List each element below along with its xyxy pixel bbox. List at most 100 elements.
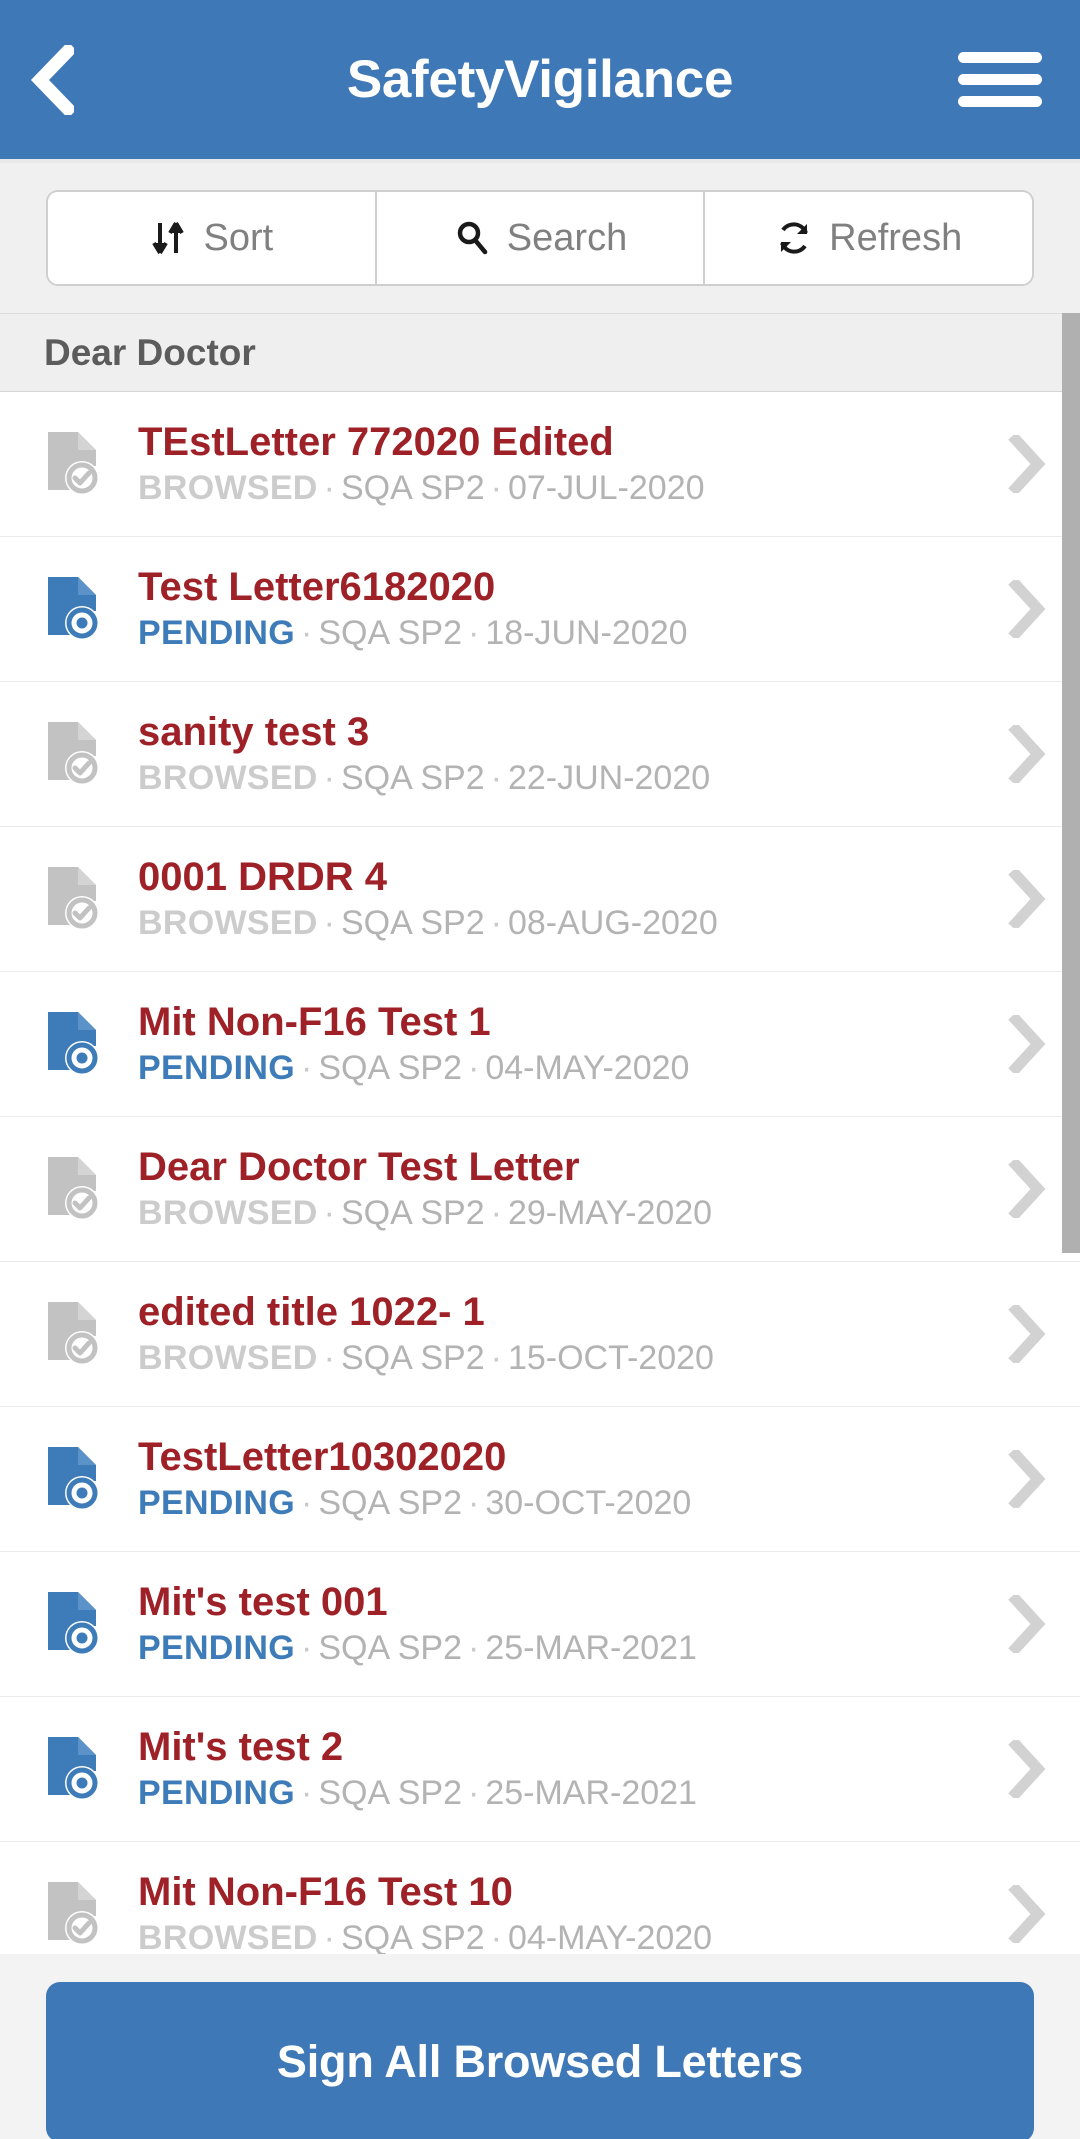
letter-date: 18-JUN-2020 bbox=[485, 613, 688, 652]
segmented-control: Sort Search Refresh bbox=[46, 190, 1034, 286]
letter-source: SQA SP2 bbox=[340, 1193, 485, 1232]
meta-separator: · bbox=[323, 903, 335, 942]
refresh-button[interactable]: Refresh bbox=[703, 192, 1032, 284]
chevron-right-icon[interactable] bbox=[1002, 1594, 1052, 1654]
meta-separator: · bbox=[467, 1628, 480, 1667]
row-content: TestLetter10302020 PENDING · SQA SP2 · 30-OCT… bbox=[138, 1436, 984, 1521]
chevron-right-icon[interactable] bbox=[1002, 1304, 1052, 1364]
table-row[interactable]: Dear Doctor Test Letter BROWSED · SQA SP2 · 2… bbox=[0, 1117, 1080, 1262]
chevron-right-icon[interactable] bbox=[1002, 1014, 1052, 1074]
document-check-icon bbox=[44, 1298, 102, 1370]
meta-separator: · bbox=[467, 1773, 480, 1812]
row-content: Dear Doctor Test Letter BROWSED · SQA SP2 · 2… bbox=[138, 1146, 984, 1231]
meta-separator: · bbox=[467, 613, 480, 652]
chevron-right-icon[interactable] bbox=[1002, 434, 1052, 494]
letter-title: Mit's test 001 bbox=[138, 1581, 388, 1624]
row-content: TEstLetter 772020 Edited BROWSED · SQA SP2 ·… bbox=[138, 421, 984, 506]
chevron-right-icon[interactable] bbox=[1002, 1739, 1052, 1799]
letter-date: 15-OCT-2020 bbox=[507, 1338, 714, 1377]
hamburger-menu-icon[interactable] bbox=[958, 40, 1044, 120]
letter-meta: BROWSED · SQA SP2 · 15-OCT-2020 bbox=[138, 1338, 984, 1377]
letter-source: SQA SP2 bbox=[318, 1483, 462, 1522]
letter-title: Dear Doctor Test Letter bbox=[138, 1146, 580, 1189]
table-row[interactable]: TestLetter10302020 PENDING · SQA SP2 · 30-OCT… bbox=[0, 1407, 1080, 1552]
chevron-right-icon[interactable] bbox=[1002, 1884, 1052, 1944]
search-button[interactable]: Search bbox=[374, 192, 704, 284]
table-row[interactable]: Mit's test 2 PENDING · SQA SP2 · 25-MAR-2021 bbox=[0, 1697, 1080, 1842]
document-pending-icon bbox=[44, 1443, 102, 1515]
meta-separator: · bbox=[323, 1338, 335, 1377]
letter-source: SQA SP2 bbox=[318, 613, 462, 652]
row-content: Mit's test 2 PENDING · SQA SP2 · 25-MAR-2021 bbox=[138, 1726, 984, 1811]
chevron-left-icon bbox=[30, 44, 74, 115]
letter-source: SQA SP2 bbox=[340, 903, 485, 942]
row-content: Mit Non-F16 Test 1 PENDING · SQA SP2 · 04-MAY… bbox=[138, 1001, 984, 1086]
row-content: Test Letter6182020 PENDING · SQA SP2 · 18-JUN… bbox=[138, 566, 984, 651]
refresh-button-label: Refresh bbox=[829, 216, 963, 259]
chevron-right-icon[interactable] bbox=[1002, 1159, 1052, 1219]
letter-meta: PENDING · SQA SP2 · 30-OCT-2020 bbox=[138, 1483, 984, 1522]
table-row[interactable]: edited title 1022- 1 BROWSED · SQA SP2 · 15-O… bbox=[0, 1262, 1080, 1407]
table-row[interactable]: Mit Non-F16 Test 1 PENDING · SQA SP2 · 04-MAY… bbox=[0, 972, 1080, 1117]
chevron-right-icon[interactable] bbox=[1002, 724, 1052, 784]
sort-button[interactable]: Sort bbox=[48, 192, 375, 284]
letter-title: 0001 DRDR 4 bbox=[138, 856, 388, 899]
document-check-icon bbox=[44, 1153, 102, 1225]
row-content: sanity test 3 BROWSED · SQA SP2 · 22-JUN-2020 bbox=[138, 711, 984, 796]
sort-button-label: Sort bbox=[203, 216, 274, 259]
status-badge: BROWSED bbox=[138, 758, 318, 797]
letters-list-container: Dear Doctor TEstLetter 772020 Edited BROW… bbox=[0, 313, 1080, 2139]
chevron-right-icon[interactable] bbox=[1002, 579, 1052, 639]
status-badge: PENDING bbox=[138, 613, 296, 652]
document-pending-icon bbox=[44, 573, 102, 645]
letter-title: Mit Non-F16 Test 10 bbox=[138, 1871, 513, 1914]
meta-separator: · bbox=[467, 1483, 480, 1522]
letter-title: sanity test 3 bbox=[138, 711, 370, 754]
letter-date: 08-AUG-2020 bbox=[507, 903, 718, 942]
table-row[interactable]: Test Letter6182020 PENDING · SQA SP2 · 18-JUN… bbox=[0, 537, 1080, 682]
table-row[interactable]: Mit's test 001 PENDING · SQA SP2 · 25-MAR-202… bbox=[0, 1552, 1080, 1697]
status-badge: PENDING bbox=[138, 1628, 296, 1667]
section-header-label: Dear Doctor bbox=[44, 331, 256, 373]
document-pending-icon bbox=[44, 1588, 102, 1660]
status-badge: BROWSED bbox=[138, 468, 318, 507]
letter-meta: BROWSED · SQA SP2 · 22-JUN-2020 bbox=[138, 758, 984, 797]
app-header: SafetyVigilance bbox=[0, 0, 1080, 163]
table-row[interactable]: sanity test 3 BROWSED · SQA SP2 · 22-JUN-2020 bbox=[0, 682, 1080, 827]
status-badge: PENDING bbox=[138, 1048, 296, 1087]
letter-date: 22-JUN-2020 bbox=[507, 758, 711, 797]
status-badge: PENDING bbox=[138, 1773, 296, 1812]
chevron-right-icon[interactable] bbox=[1002, 1449, 1052, 1509]
table-row[interactable]: 0001 DRDR 4 BROWSED · SQA SP2 · 08-AUG-2020 bbox=[0, 827, 1080, 972]
letter-title: edited title 1022- 1 bbox=[138, 1291, 485, 1334]
letters-list: TEstLetter 772020 Edited BROWSED · SQA SP2 ·… bbox=[0, 392, 1080, 1987]
letter-source: SQA SP2 bbox=[340, 758, 485, 797]
meta-separator: · bbox=[490, 1338, 502, 1377]
letter-title: Mit Non-F16 Test 1 bbox=[138, 1001, 491, 1044]
menu-bar-3 bbox=[958, 96, 1042, 107]
meta-separator: · bbox=[323, 1918, 335, 1957]
document-check-icon bbox=[44, 1878, 102, 1950]
chevron-right-icon[interactable] bbox=[1002, 869, 1052, 929]
meta-separator: · bbox=[467, 1048, 480, 1087]
back-button[interactable] bbox=[30, 35, 104, 125]
meta-separator: · bbox=[301, 613, 313, 652]
letter-date: 07-JUL-2020 bbox=[507, 468, 705, 507]
status-badge: BROWSED bbox=[138, 1338, 318, 1377]
letter-source: SQA SP2 bbox=[318, 1773, 462, 1812]
page-title: SafetyVigilance bbox=[346, 50, 734, 109]
menu-bar-2 bbox=[958, 74, 1042, 85]
letter-meta: PENDING · SQA SP2 · 25-MAR-2021 bbox=[138, 1628, 984, 1667]
table-row[interactable]: TEstLetter 772020 Edited BROWSED · SQA SP2 ·… bbox=[0, 392, 1080, 537]
status-badge: BROWSED bbox=[138, 903, 318, 942]
letter-source: SQA SP2 bbox=[340, 1338, 485, 1377]
letter-source: SQA SP2 bbox=[318, 1628, 462, 1667]
document-check-icon bbox=[44, 428, 102, 500]
meta-separator: · bbox=[301, 1483, 313, 1522]
letter-meta: BROWSED · SQA SP2 · 29-MAY-2020 bbox=[138, 1193, 984, 1232]
letter-source: SQA SP2 bbox=[318, 1048, 462, 1087]
row-content: Mit Non-F16 Test 10 BROWSED · SQA SP2 · 04-MA… bbox=[138, 1871, 984, 1956]
sign-all-browsed-letters-button[interactable]: Sign All Browsed Letters bbox=[46, 1982, 1034, 2139]
letter-meta: PENDING · SQA SP2 · 04-MAY-2020 bbox=[138, 1048, 984, 1087]
letter-date: 25-MAR-2021 bbox=[485, 1773, 697, 1812]
